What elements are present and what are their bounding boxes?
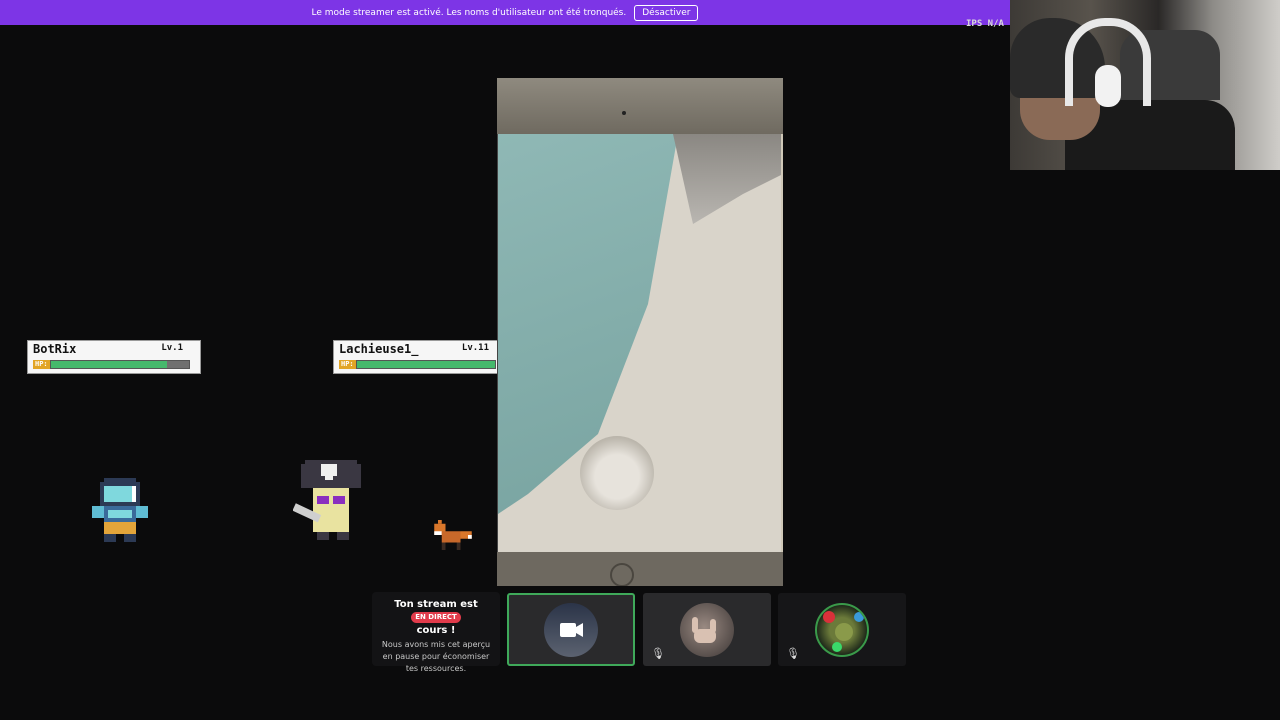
player-card-botrix: BotRix Lv.1 HP:	[27, 340, 201, 374]
tile-participant-2[interactable]: 🎙	[778, 593, 906, 666]
notice-body: Nous avons mis cet aperçu en pause pour …	[381, 640, 491, 673]
creature-icon	[823, 610, 864, 652]
robot-sprite	[92, 478, 148, 542]
streamer-mode-banner: Le mode streamer est activé. Les noms d'…	[0, 0, 1010, 25]
tile-camera[interactable]	[507, 593, 635, 666]
hp-label: HP:	[33, 360, 50, 369]
hand-gesture-icon	[692, 616, 716, 643]
live-badge: EN DIRECT	[411, 612, 461, 623]
video-camera-icon	[560, 622, 583, 637]
ips-readout: IPS N/A	[966, 19, 1004, 29]
ceiling	[673, 134, 781, 224]
hp-fill	[50, 361, 167, 368]
headphone-ear-cup	[1095, 65, 1121, 107]
phone-screen	[497, 134, 781, 552]
phone-bezel-bottom	[497, 552, 783, 586]
fox-sprite	[434, 520, 472, 550]
ceiling-lamp	[580, 436, 654, 510]
hp-bar	[355, 360, 496, 369]
notice-title-part1: Ton stream est	[394, 599, 478, 610]
player-card-lachieuse: Lachieuse1_ Lv.11 HP:	[333, 340, 507, 374]
hp-bar	[49, 360, 190, 369]
participant-avatar	[815, 602, 869, 657]
notice-title: Ton stream est EN DIRECT cours !	[372, 598, 500, 637]
hp-fill	[356, 361, 495, 368]
phone-camera	[622, 111, 626, 115]
mic-muted-icon: 🎙	[786, 647, 800, 660]
camera-avatar	[544, 602, 598, 657]
notice-title-part2: cours !	[416, 625, 456, 636]
disable-streamer-mode-button[interactable]: Désactiver	[634, 4, 699, 21]
phone-bezel-top	[497, 78, 783, 134]
phone-stream-view	[497, 78, 783, 586]
player-name: BotRix	[33, 342, 77, 356]
hp-row: HP:	[339, 360, 496, 369]
hp-row: HP:	[33, 360, 190, 369]
pirate-sprite	[293, 460, 361, 540]
player-level: Lv.11	[461, 343, 489, 353]
hp-label: HP:	[339, 360, 356, 369]
mic-muted-icon: 🎙	[651, 647, 665, 660]
webcam-overlay	[1010, 0, 1280, 170]
home-button	[610, 563, 634, 586]
participant-avatar	[680, 602, 734, 657]
player-name: Lachieuse1_	[339, 342, 419, 356]
player-level: Lv.1	[161, 343, 183, 353]
banner-message: Le mode streamer est activé. Les noms d'…	[311, 7, 627, 18]
stream-paused-notice: Ton stream est EN DIRECT cours ! Nous av…	[372, 592, 500, 673]
tile-participant-1[interactable]: 🎙	[643, 593, 771, 666]
